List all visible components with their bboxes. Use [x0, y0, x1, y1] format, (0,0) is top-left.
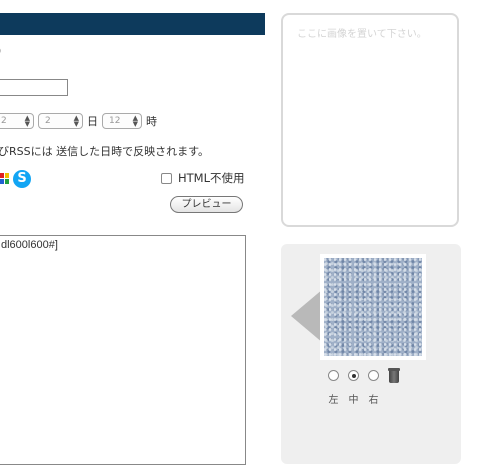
hour-stepper[interactable]: 12 ▲ ▼: [102, 113, 142, 129]
schedule-row: 2 ▲ ▼ 2 ▲ ▼ 日 12 ▲ ▼ 時: [0, 112, 157, 130]
alignment-labels: 左 中 右: [328, 391, 379, 406]
day-stepper[interactable]: 2 ▲ ▼: [38, 113, 83, 129]
month-stepper[interactable]: 2 ▲ ▼: [0, 113, 34, 129]
drop-zone-placeholder: ここに画像を置いて下さい。: [297, 29, 427, 40]
image-panel: 左 中 右: [281, 244, 461, 464]
align-right-label: 右: [368, 395, 379, 406]
title-input[interactable]: [0, 79, 68, 96]
rss-notice: びRSSには 送信した日時で反映されます。: [0, 145, 210, 158]
thumbnail-image: [324, 258, 422, 356]
preview-button[interactable]: プレビュー: [170, 196, 243, 213]
html-off-option[interactable]: HTML不使用: [161, 170, 245, 186]
html-off-checkbox[interactable]: [161, 172, 172, 184]
align-center-radio[interactable]: [348, 370, 359, 381]
image-thumbnail[interactable]: [320, 254, 426, 360]
align-left-label: 左: [328, 395, 339, 406]
stepper-arrows-icon[interactable]: ▲ ▼: [74, 115, 79, 128]
label-fragment: ): [0, 44, 1, 57]
body-text: dl600l600#]: [1, 239, 58, 251]
align-center-label: 中: [348, 395, 359, 406]
alignment-radios: [328, 368, 400, 383]
color-grid-icon[interactable]: [0, 173, 10, 185]
hour-unit: 時: [146, 115, 157, 128]
header-bar: [0, 13, 265, 35]
trash-icon[interactable]: [388, 368, 400, 383]
image-drop-zone[interactable]: ここに画像を置いて下さい。: [281, 13, 459, 227]
align-right-radio[interactable]: [368, 370, 379, 381]
align-left-radio[interactable]: [328, 370, 339, 381]
stepper-arrows-icon[interactable]: ▲ ▼: [25, 115, 30, 128]
skype-icon[interactable]: S: [13, 170, 31, 188]
body-textarea[interactable]: dl600l600#]: [0, 235, 246, 465]
prev-arrow-icon[interactable]: [291, 289, 323, 343]
stepper-arrows-icon[interactable]: ▲ ▼: [133, 115, 138, 128]
day-unit: 日: [87, 115, 98, 128]
html-off-label: HTML不使用: [178, 171, 245, 185]
